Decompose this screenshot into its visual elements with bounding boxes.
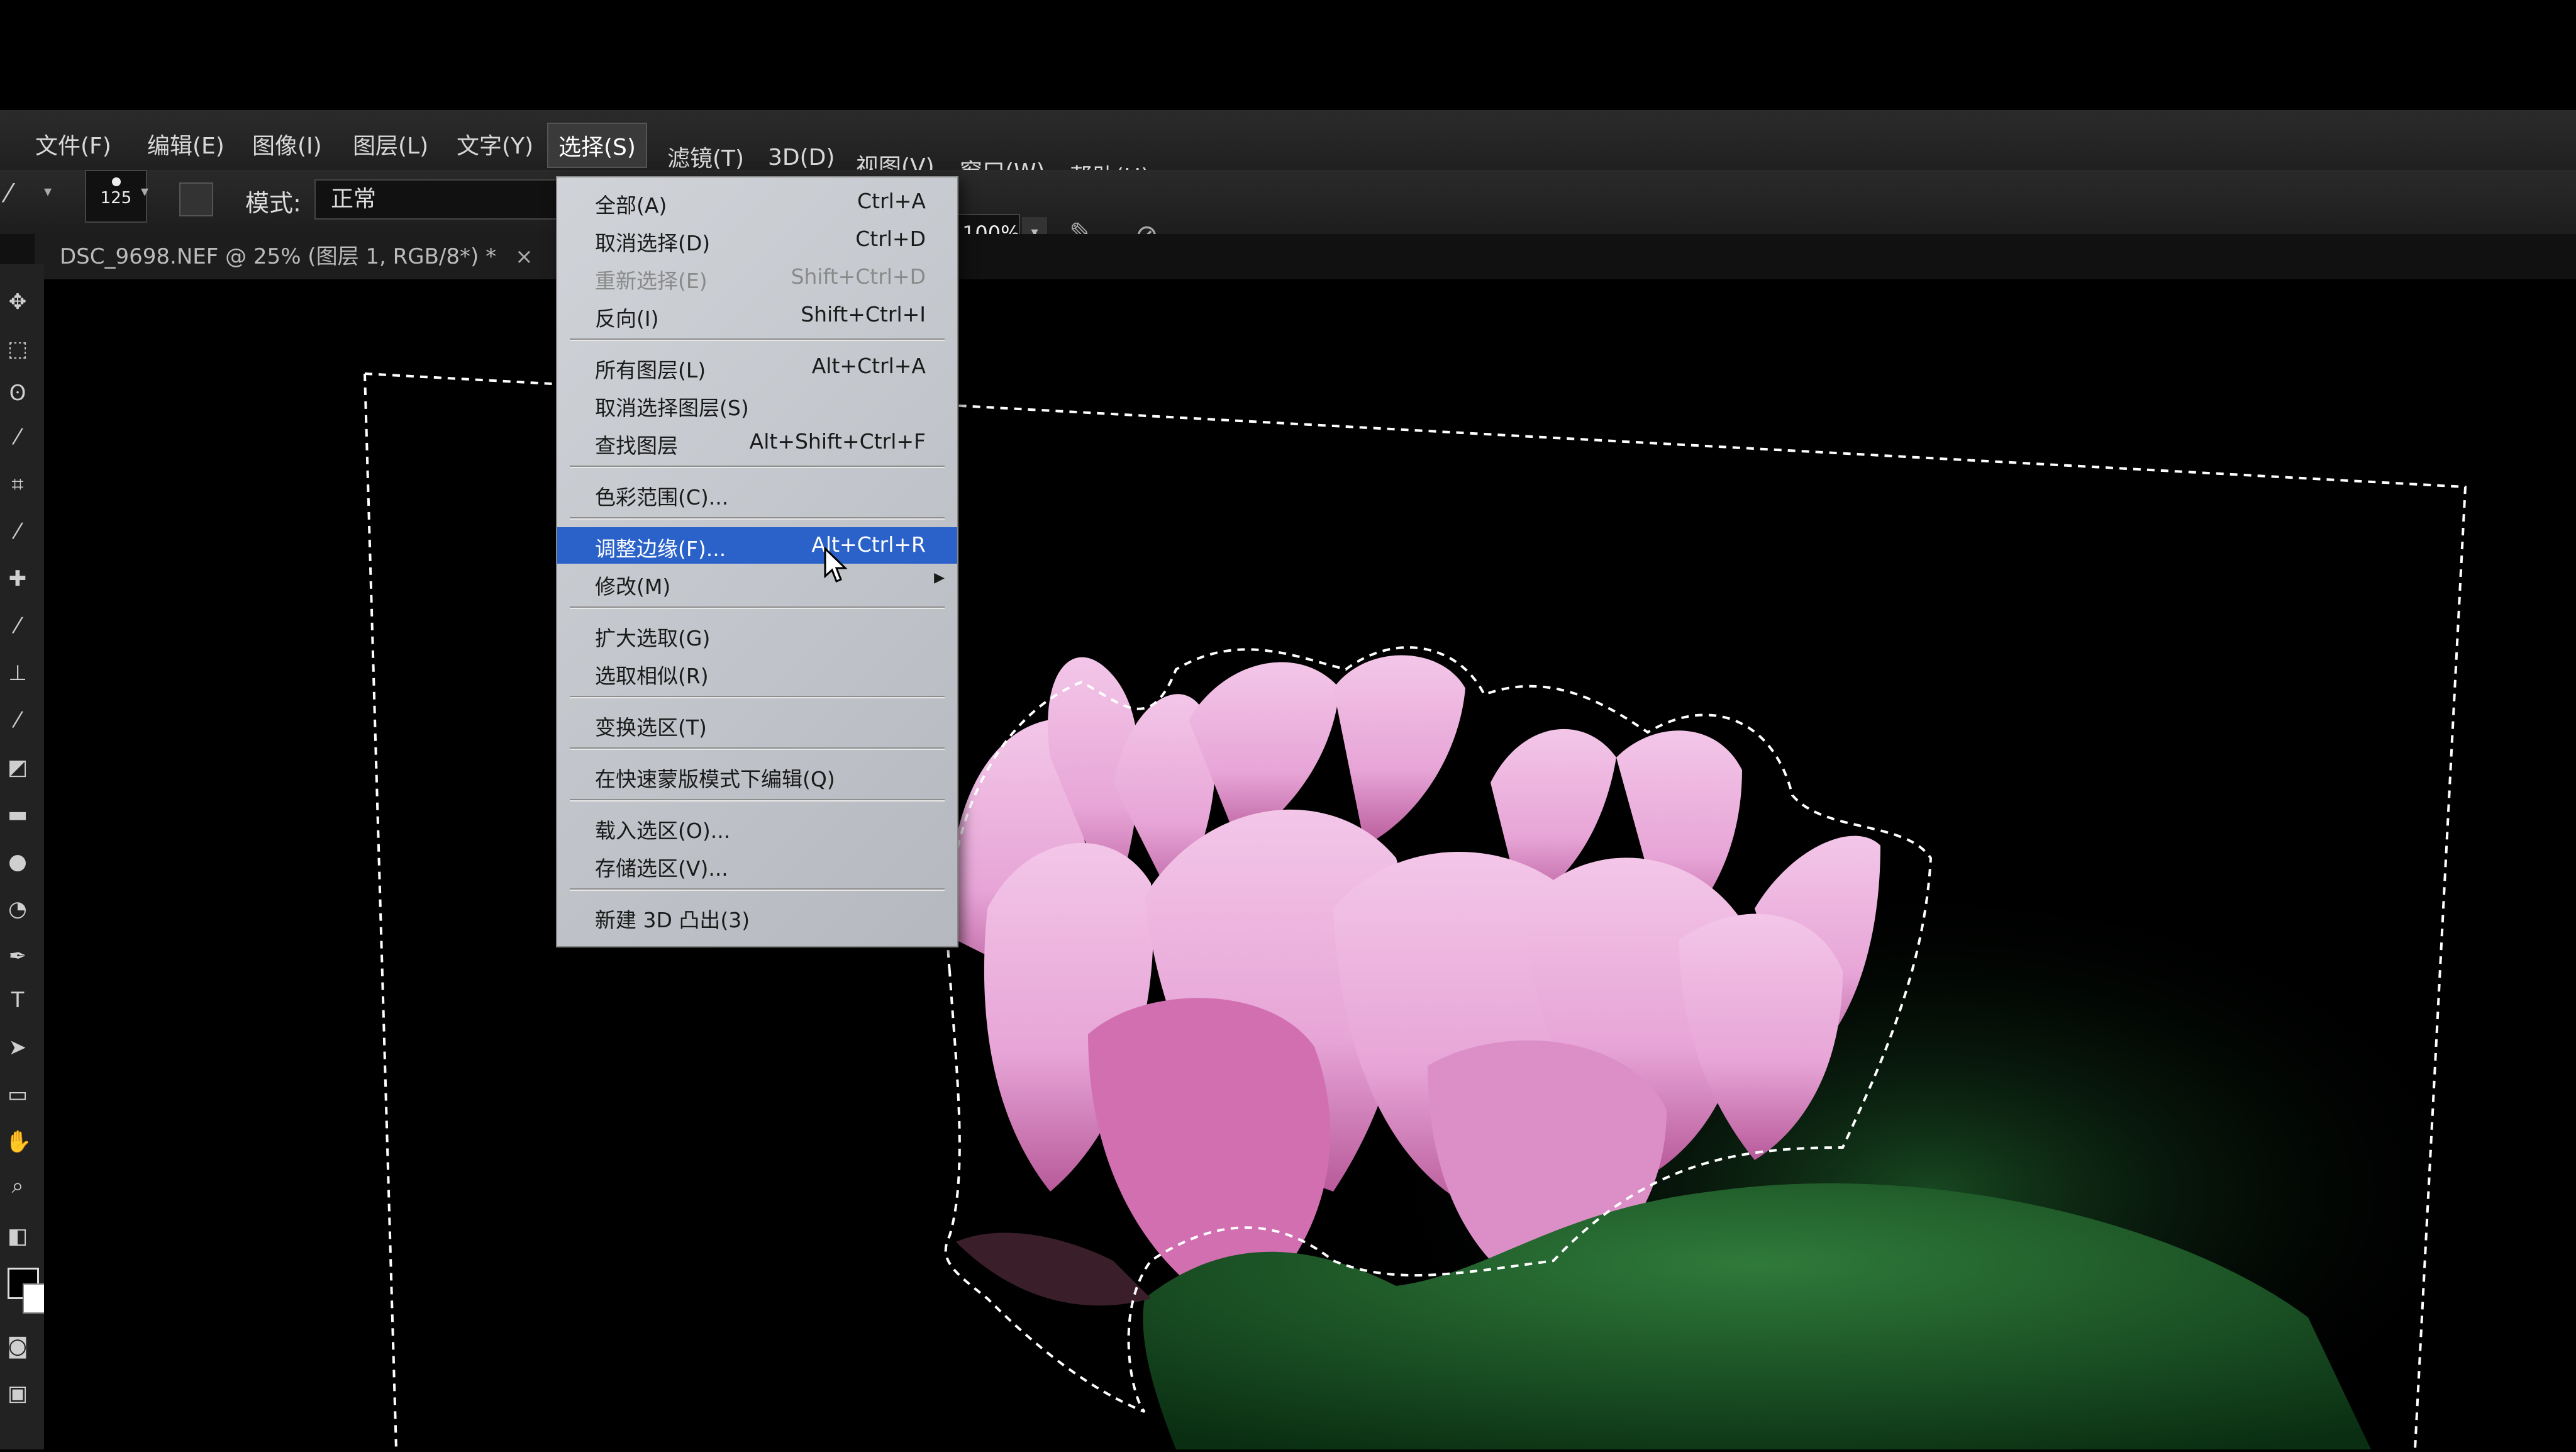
menu-item-label: 重新选择(E) [595,269,708,293]
document-tab[interactable]: DSC_9698.NEF @ 25% (图层 1, RGB/8*) * × [35,234,558,279]
brush-panel-toggle-icon[interactable] [179,182,213,216]
blur-tool-icon[interactable]: ● [5,849,30,874]
quick-selection-tool-icon[interactable]: ⁄ [5,425,30,450]
menu-file[interactable]: 文件(F) [25,123,121,165]
menu-item-label: 修改(M) [595,574,671,599]
rectangle-tool-icon[interactable]: ▭ [5,1082,30,1107]
menu-image[interactable]: 图像(I) [242,123,332,165]
submenu-arrow-icon: ▶ [934,570,945,586]
default-colors-icon[interactable]: ◧ [5,1224,30,1249]
menu-item-label: 取消选择(D) [595,231,711,255]
clone-stamp-tool-icon[interactable]: ⊥ [5,661,30,686]
menu-item-label: 反向(I) [595,306,659,331]
menu-item-label: 扩大选取(G) [595,626,711,651]
menu-item-shortcut: Ctrl+A [857,189,926,213]
menu-item-label: 所有图层(L) [595,358,706,383]
brush-size-value: 125 [100,189,132,208]
quick-mask-icon[interactable]: ◙ [5,1334,30,1359]
menu-item-label: 在快速蒙版模式下编辑(Q) [595,767,835,791]
mode-label: 模式: [245,189,301,217]
menu-separator [570,747,945,750]
menu-item-load-selection[interactable]: 载入选区(O)... [557,809,957,846]
menu-item-reselect: 重新选择(E) Shift+Ctrl+D [557,259,957,296]
menu-item-select-all[interactable]: 全部(A) Ctrl+A [557,184,957,220]
menu-item-shortcut: Ctrl+D [855,226,926,251]
menu-item-inverse[interactable]: 反向(I) Shift+Ctrl+I [557,297,957,333]
menu-item-shortcut: Shift+Ctrl+I [801,302,926,327]
screen-mode-icon[interactable]: ▣ [5,1381,30,1406]
brush-size-chevron-down-icon[interactable]: ▾ [141,182,148,200]
blend-mode-select[interactable]: 正常 [314,179,571,220]
menu-item-shortcut: Shift+Ctrl+D [791,264,926,289]
menu-item-label: 色彩范围(C)... [595,485,729,510]
menu-separator [570,696,945,698]
menu-separator [570,606,945,609]
brush-tip-dot-icon [111,177,121,186]
pen-tool-icon[interactable]: ✒ [5,944,30,969]
menu-separator [570,517,945,520]
marquee-tool-icon[interactable]: ⬚ [5,337,30,362]
menu-item-find-layers[interactable]: 查找图层 Alt+Shift+Ctrl+F [557,424,957,461]
menu-item-save-selection[interactable]: 存储选区(V)... [557,847,957,883]
dodge-tool-icon[interactable]: ◔ [5,896,30,922]
crop-tool-icon[interactable]: ⌗ [5,472,30,497]
menu-item-color-range[interactable]: 色彩范围(C)... [557,476,957,512]
lasso-tool-icon[interactable]: ʘ [5,381,30,406]
monitor-bezel [0,0,2576,110]
menu-separator [570,888,945,891]
menu-item-transform-selection[interactable]: 变换选区(T) [557,706,957,742]
brush-tool-icon-sidebar[interactable]: ⁄ [5,613,30,639]
toolbox: ✥ ⬚ ʘ ⁄ ⌗ ⁄ ✚ ⁄ ⊥ ⁄ ◩ ▬ ● ◔ ✒ T ➤ ▭ ✋ ⌕ … [0,264,53,1449]
brush-tool-icon[interactable]: ⁄ [6,179,44,211]
menu-item-label: 新建 3D 凸出(3) [595,908,750,932]
tool-preset-chevron-down-icon[interactable]: ▾ [44,182,52,200]
lotus-image [364,372,2497,1452]
menu-item-all-layers[interactable]: 所有图层(L) Alt+Ctrl+A [557,349,957,385]
menu-separator [570,799,945,801]
history-brush-tool-icon[interactable]: ⁄ [5,708,30,733]
menu-item-label: 存储选区(V)... [595,856,728,881]
menu-item-modify[interactable]: 修改(M) ▶ [557,565,957,601]
close-icon[interactable]: × [515,244,533,269]
menu-separator [570,338,945,341]
document-title: DSC_9698.NEF @ 25% (图层 1, RGB/8*) * [60,244,497,269]
eraser-tool-icon[interactable]: ◩ [5,755,30,780]
zoom-tool-icon[interactable]: ⌕ [5,1173,30,1198]
healing-brush-tool-icon[interactable]: ✚ [5,566,30,591]
menu-item-shortcut: Alt+Shift+Ctrl+F [749,429,926,454]
menu-item-new-3d-extrusion[interactable]: 新建 3D 凸出(3) [557,898,957,935]
eyedropper-tool-icon[interactable]: ⁄ [5,519,30,544]
menu-item-label: 变换选区(T) [595,715,707,740]
menu-item-label: 查找图层 [595,433,678,458]
menu-item-similar[interactable]: 选取相似(R) [557,654,957,691]
select-menu-dropdown: 全部(A) Ctrl+A 取消选择(D) Ctrl+D 重新选择(E) Shift+C… [556,176,958,947]
menu-select[interactable]: 选择(S) [547,123,647,168]
path-selection-tool-icon[interactable]: ➤ [5,1035,30,1060]
hand-tool-icon[interactable]: ✋ [5,1129,31,1154]
menu-item-grow[interactable]: 扩大选取(G) [557,617,957,653]
mouse-cursor-icon [824,547,848,583]
menu-item-shortcut: Alt+Ctrl+A [811,354,926,378]
type-tool-icon[interactable]: T [5,988,30,1013]
menu-item-label: 载入选区(O)... [595,818,731,843]
menu-item-label: 取消选择图层(S) [595,396,749,420]
menu-item-deselect[interactable]: 取消选择(D) Ctrl+D [557,221,957,258]
menu-layer[interactable]: 图层(L) [343,123,438,165]
menu-item-quick-mask[interactable]: 在快速蒙版模式下编辑(Q) [557,757,957,794]
menu-item-label: 选取相似(R) [595,664,709,688]
menu-item-label: 调整边缘(F)... [595,537,726,561]
menu-separator [570,466,945,468]
canvas[interactable] [44,279,2576,1452]
brush-size-picker[interactable]: 125 [85,170,147,223]
gradient-tool-icon[interactable]: ▬ [5,802,30,827]
menu-type[interactable]: 文字(Y) [447,123,543,165]
menu-edit[interactable]: 编辑(E) [137,123,235,165]
menu-item-deselect-layers[interactable]: 取消选择图层(S) [557,386,957,423]
menu-item-label: 全部(A) [595,193,667,218]
menu-item-refine-edge[interactable]: 调整边缘(F)... Alt+Ctrl+R [557,527,957,564]
move-tool-icon[interactable]: ✥ [5,289,30,315]
